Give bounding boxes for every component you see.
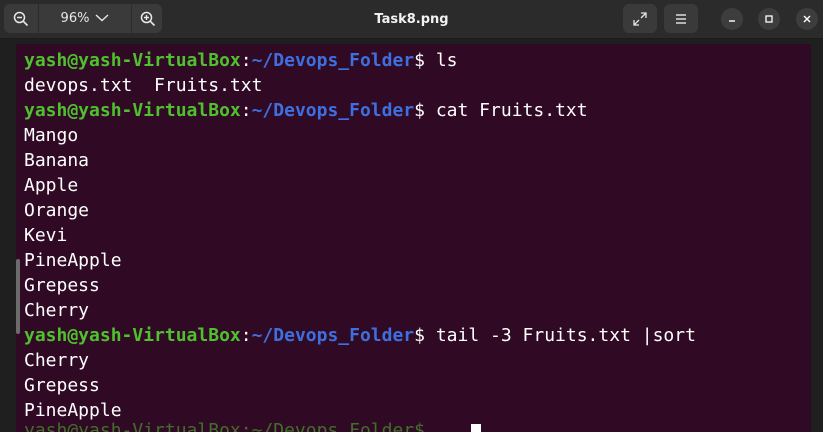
prompt-colon: : xyxy=(240,325,252,346)
prompt-user-host: yash@yash-VirtualBox xyxy=(24,50,241,71)
terminal-output-line: Grepess xyxy=(24,375,100,396)
terminal-output-line: Mango xyxy=(24,125,79,146)
minimize-icon xyxy=(729,20,735,22)
terminal-lines: yash@yash-VirtualBox:~/Devops_Folder$ ls… xyxy=(24,48,696,423)
scroll-indicator[interactable] xyxy=(16,259,20,334)
zoom-out-icon xyxy=(13,11,29,26)
prompt-colon: : xyxy=(240,100,252,121)
zoom-out-button[interactable] xyxy=(4,4,39,33)
prompt-dollar: $ xyxy=(414,50,425,71)
terminal-output-line: Cherry xyxy=(24,350,90,371)
terminal-command-line: yash@yash-VirtualBox:~/Devops_Folder$ ls xyxy=(24,48,696,73)
terminal-output-line: Orange xyxy=(24,200,90,221)
main-menu-button[interactable] xyxy=(664,4,698,33)
terminal-output-line: Cherry xyxy=(24,300,90,321)
prompt-path: ~/Devops_Folder xyxy=(251,50,415,71)
close-button[interactable] xyxy=(796,8,818,30)
terminal-command-line: yash@yash-VirtualBox:~/Devops_Folder$ ca… xyxy=(24,98,696,123)
zoom-level-dropdown[interactable]: 96% xyxy=(39,4,131,33)
zoom-control: 96% xyxy=(4,4,162,33)
header-bar: 96% Task8.png xyxy=(0,0,823,39)
maximize-button[interactable] xyxy=(758,8,780,30)
terminal-cursor xyxy=(471,424,481,432)
prompt-path: ~/Devops_Folder xyxy=(251,100,415,121)
fullscreen-button[interactable] xyxy=(623,4,657,33)
terminal-output-line: devops.txt Fruits.txt xyxy=(24,75,263,96)
maximize-icon xyxy=(765,15,773,23)
close-icon xyxy=(803,15,811,23)
image-viewer-window: 96% Task8.png yash@yash-VirtualBox:~/Dev… xyxy=(0,0,823,432)
terminal-output-line: Kevi xyxy=(24,225,68,246)
terminal-output-line: Apple xyxy=(24,175,79,196)
prompt-user-host: yash@yash-VirtualBox xyxy=(24,100,241,121)
terminal-screenshot: yash@yash-VirtualBox:~/Devops_Folder$ ls… xyxy=(16,44,811,432)
terminal-output-line: PineApple xyxy=(24,400,122,421)
terminal-last-prompt: yash@yash-VirtualBox:~/Devops_Folder$ xyxy=(24,421,504,432)
prompt-path: ~/Devops_Folder xyxy=(251,325,415,346)
prompt-dollar: $ xyxy=(414,325,425,346)
zoom-in-button[interactable] xyxy=(131,4,162,33)
terminal-command-line: yash@yash-VirtualBox:~/Devops_Folder$ ta… xyxy=(24,323,696,348)
prompt-dollar: $ xyxy=(414,100,425,121)
terminal-output-line: PineApple xyxy=(24,250,122,271)
last-prompt-text: yash@yash-VirtualBox:~/Devops_Folder$ xyxy=(24,421,425,432)
prompt-colon: : xyxy=(240,50,252,71)
zoom-level-value: 96% xyxy=(60,11,90,26)
image-viewport[interactable]: yash@yash-VirtualBox:~/Devops_Folder$ ls… xyxy=(0,39,823,432)
fullscreen-icon xyxy=(633,11,647,26)
command-text: tail -3 Fruits.txt |sort xyxy=(425,325,696,346)
terminal-output-line: Banana xyxy=(24,150,90,171)
command-text: ls xyxy=(425,50,458,71)
command-text: cat Fruits.txt xyxy=(425,100,588,121)
prompt-user-host: yash@yash-VirtualBox xyxy=(24,325,241,346)
hamburger-menu-icon xyxy=(676,13,686,24)
terminal-output-line: Grepess xyxy=(24,275,100,296)
zoom-in-icon xyxy=(140,11,155,26)
minimize-button[interactable] xyxy=(721,8,743,30)
chevron-down-icon xyxy=(95,11,109,26)
